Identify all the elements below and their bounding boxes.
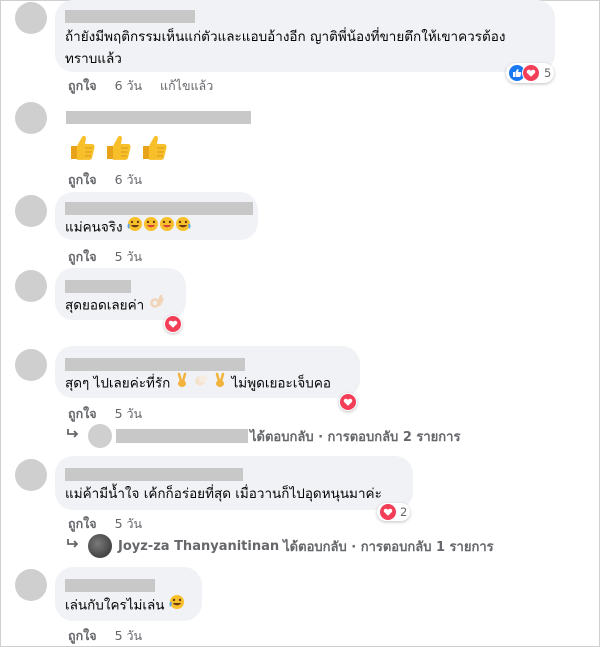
comment-bubble: แม่คนจริง [55, 192, 258, 240]
thumbs-up-emoji [143, 135, 167, 160]
clapping-hands-emoji [193, 372, 209, 395]
replies-link[interactable]: Joyz-za Thanyanitinan ได้ตอบกลับ · การตอ… [66, 534, 494, 558]
comment-text-part-1: สุดๆ ไปเลยค่ะที่รัก [65, 375, 171, 392]
edited-label: แก้ไขแล้ว [160, 78, 214, 93]
avatar[interactable] [15, 195, 47, 227]
reply-author-name[interactable]: Joyz-za Thanyanitinan [118, 539, 279, 554]
victory-hand-emoji [213, 372, 227, 395]
like-button[interactable]: ถูกใจ [68, 406, 97, 421]
comment-actions: ถูกใจ 5 วัน [68, 626, 156, 646]
avatar[interactable] [15, 270, 47, 302]
comment-text-line-2: ทราบแล้ว [65, 51, 122, 67]
comment-text-part-2: ไม่พูดเยอะเจ็บคอ [231, 375, 331, 392]
comment-text-content: สุดยอดเลยค่า [65, 297, 145, 314]
reply-summary: ได้ตอบกลับ · การตอบกลับ 2 รายการ [250, 429, 461, 445]
comment-text: แม่คนจริง [65, 216, 191, 239]
reaction-summary[interactable] [164, 315, 182, 333]
avatar[interactable] [15, 102, 47, 134]
commenter-name-redacted[interactable] [66, 111, 251, 124]
love-reaction-icon [380, 504, 396, 520]
comment-text: เล่นกับใครไม่เล่น [65, 594, 185, 617]
thumbs-up-emoji [107, 135, 131, 160]
reply-arrow-icon [66, 538, 80, 554]
comment-text: แม่ค้ามีน้ำใจ เค้กก็อร่อยที่สุด เมื่อวาน… [65, 486, 382, 502]
reaction-count: 2 [400, 505, 408, 519]
comment-text-line-1: ถ้ายังมีพฤติกรรมเห็นแก่ตัวและแอบอ้างอีก … [65, 29, 506, 45]
comment-bubble: เล่นกับใครไม่เล่น [55, 567, 202, 621]
victory-hand-emoji [175, 372, 189, 395]
reply-avatar [88, 534, 112, 558]
comment-text: สุดๆ ไปเลยค่ะที่รัก ไม่พูดเยอะเจ็บคอ [65, 372, 331, 395]
love-reaction-icon [165, 316, 181, 332]
commenter-name-redacted[interactable] [65, 10, 195, 23]
like-button[interactable]: ถูกใจ [68, 172, 97, 187]
avatar[interactable] [15, 349, 47, 381]
comment-text: สุดยอดเลยค่า [65, 294, 165, 317]
like-button[interactable]: ถูกใจ [68, 249, 97, 264]
commenter-name-redacted[interactable] [65, 202, 253, 215]
comment-bubble: ถ้ายังมีพฤติกรรมเห็นแก่ตัวและแอบอ้างอีก … [55, 0, 555, 72]
reaction-summary[interactable]: 2 [377, 503, 411, 521]
comment-actions: ถูกใจ 6 วัน [68, 170, 156, 190]
commenter-name-redacted[interactable] [65, 280, 131, 293]
comment-actions: ถูกใจ 6 วัน แก้ไขแล้ว [68, 76, 227, 96]
avatar[interactable] [15, 459, 47, 491]
comment-bubble: แม่ค้ามีน้ำใจ เค้กก็อร่อยที่สุด เมื่อวาน… [55, 456, 413, 510]
reply-arrow-icon [66, 428, 80, 444]
comment-actions: ถูกใจ 5 วัน [68, 514, 156, 534]
reaction-summary[interactable] [339, 393, 357, 411]
reply-avatar [88, 424, 112, 448]
like-button[interactable]: ถูกใจ [68, 78, 97, 93]
commenter-name-redacted[interactable] [65, 579, 155, 592]
laughing-emoji-group [127, 216, 191, 239]
replies-link[interactable]: ได้ตอบกลับ · การตอบกลับ 2 รายการ [66, 424, 460, 448]
timestamp-link[interactable]: 5 วัน [115, 516, 143, 531]
thumbs-up-emoji [71, 135, 95, 160]
reaction-summary[interactable]: 5 [506, 63, 555, 83]
timestamp-link[interactable]: 5 วัน [115, 628, 143, 643]
comment-bubble: สุดๆ ไปเลยค่ะที่รัก ไม่พูดเยอะเจ็บคอ [55, 346, 360, 398]
reaction-count: 5 [544, 66, 552, 80]
like-button[interactable]: ถูกใจ [68, 516, 97, 531]
timestamp-link[interactable]: 6 วัน [115, 172, 143, 187]
like-button[interactable]: ถูกใจ [68, 628, 97, 643]
comment-text-content: เล่นกับใครไม่เล่น [65, 597, 165, 614]
timestamp-link[interactable]: 5 วัน [115, 249, 143, 264]
timestamp-link[interactable]: 5 วัน [115, 406, 143, 421]
laughing-emoji [169, 594, 185, 617]
avatar[interactable] [15, 569, 47, 601]
reply-name-redacted [116, 429, 248, 443]
comment-bubble: สุดยอดเลยค่า [55, 268, 186, 320]
reply-summary: ได้ตอบกลับ · การตอบกลับ 1 รายการ [283, 539, 494, 555]
timestamp-link[interactable]: 6 วัน [115, 78, 143, 93]
love-reaction-icon [522, 64, 540, 82]
love-reaction-icon [340, 394, 356, 410]
comment-actions: ถูกใจ 5 วัน [68, 404, 156, 424]
commenter-name-redacted[interactable] [65, 358, 245, 371]
comment-actions: ถูกใจ 5 วัน [68, 247, 156, 267]
ok-hand-emoji [149, 294, 165, 317]
commenter-name-redacted[interactable] [65, 468, 243, 481]
avatar[interactable] [15, 2, 47, 34]
comment-text-content: แม่คนจริง [65, 219, 123, 236]
